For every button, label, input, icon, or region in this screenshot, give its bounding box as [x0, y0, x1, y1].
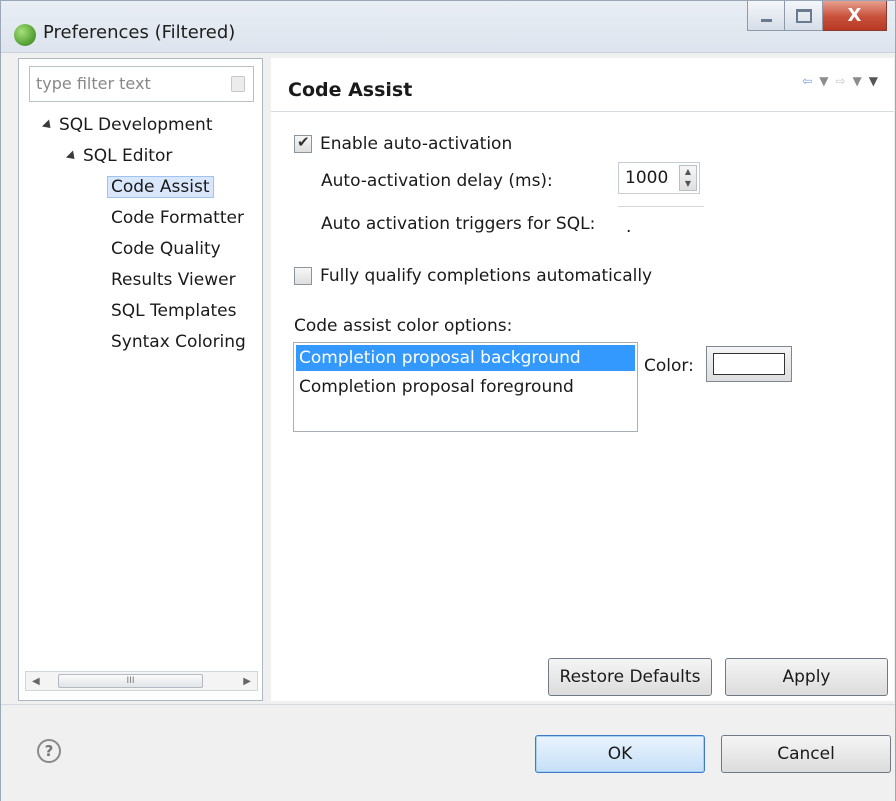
clear-filter-icon[interactable] — [231, 76, 245, 92]
tree-item-label: SQL Development — [59, 115, 213, 135]
page-title: Code Assist — [288, 79, 413, 101]
history-navigation: ⇦ ▼ ⇨ ▼ ▼ — [802, 74, 878, 88]
spinner-buttons[interactable]: ▲ ▼ — [679, 165, 697, 191]
back-arrow-icon[interactable]: ⇦ — [802, 74, 812, 88]
view-menu-chevron-icon[interactable]: ▼ — [869, 74, 878, 88]
tree-item-code-quality[interactable]: Code Quality — [111, 236, 221, 262]
apply-button[interactable]: Apply — [725, 658, 888, 696]
triggers-label: Auto activation triggers for SQL: — [321, 214, 596, 234]
tree-item-code-formatter[interactable]: Code Formatter — [111, 205, 244, 231]
list-item[interactable]: Completion proposal background — [296, 345, 635, 371]
dialog-footer: ? OK Cancel — [1, 704, 895, 801]
increment-icon[interactable]: ▲ — [680, 166, 696, 178]
preferences-window: Preferences (Filtered) X SQL Development… — [0, 0, 896, 801]
tree-item-syntax-coloring[interactable]: Syntax Coloring — [111, 329, 246, 355]
delay-value: 1000 — [625, 168, 669, 188]
forward-arrow-icon[interactable]: ⇨ — [835, 74, 845, 88]
preferences-tree-panel: SQL Development SQL Editor Code Assist C… — [18, 58, 263, 701]
maximize-button[interactable] — [785, 1, 823, 31]
tree-item-sql-templates[interactable]: SQL Templates — [111, 298, 236, 324]
decrement-icon[interactable]: ▼ — [680, 178, 696, 190]
horizontal-scrollbar[interactable]: ◀ III ▶ — [25, 671, 258, 691]
delay-spinner[interactable]: 1000 ▲ ▼ — [618, 162, 700, 194]
color-label: Color: — [644, 356, 694, 376]
tree-item-code-assist[interactable]: Code Assist — [107, 174, 214, 200]
color-options-list[interactable]: Completion proposal background Completio… — [293, 342, 638, 432]
forward-menu-chevron-icon[interactable]: ▼ — [853, 74, 862, 88]
title-bar[interactable]: Preferences (Filtered) X — [1, 1, 895, 53]
enable-auto-activation-row[interactable]: Enable auto-activation — [294, 133, 513, 154]
tree-item-label: Results Viewer — [111, 270, 236, 290]
window-controls: X — [747, 1, 887, 31]
cancel-button[interactable]: Cancel — [721, 735, 891, 773]
color-swatch — [713, 353, 785, 375]
enable-auto-activation-checkbox[interactable] — [294, 133, 312, 153]
filter-input[interactable] — [30, 67, 220, 99]
help-icon[interactable]: ? — [37, 739, 61, 763]
scroll-left-icon[interactable]: ◀ — [32, 676, 40, 687]
list-item[interactable]: Completion proposal foreground — [294, 373, 637, 401]
code-assist-page: Code Assist ⇦ ▼ ⇨ ▼ ▼ Enable auto-activa… — [271, 58, 894, 701]
tree-item-label: SQL Templates — [111, 301, 237, 321]
color-picker-button[interactable] — [706, 346, 792, 382]
minimize-button[interactable] — [747, 1, 785, 31]
tree-item-label: Syntax Coloring — [111, 332, 246, 352]
tree-item-sql-development[interactable]: SQL Development — [41, 112, 213, 138]
triggers-input[interactable]: . — [618, 206, 704, 244]
restore-defaults-button[interactable]: Restore Defaults — [548, 658, 712, 696]
delay-label: Auto-activation delay (ms): — [321, 171, 553, 191]
window-title: Preferences (Filtered) — [43, 22, 236, 43]
fully-qualify-checkbox[interactable] — [294, 267, 312, 285]
tree-item-sql-editor[interactable]: SQL Editor — [65, 143, 173, 169]
app-icon — [14, 24, 36, 46]
tree-item-results-viewer[interactable]: Results Viewer — [111, 267, 236, 293]
fully-qualify-row[interactable]: Fully qualify completions automatically — [294, 266, 652, 286]
color-options-label: Code assist color options: — [294, 316, 513, 336]
page-header: Code Assist ⇦ ▼ ⇨ ▼ ▼ — [271, 58, 894, 112]
expand-triangle-icon[interactable] — [41, 118, 55, 132]
fully-qualify-label: Fully qualify completions automatically — [320, 266, 653, 286]
tree-item-label: Code Formatter — [111, 208, 244, 228]
close-icon: X — [847, 5, 862, 26]
scrollbar-thumb[interactable]: III — [58, 674, 203, 688]
enable-auto-activation-label: Enable auto-activation — [320, 134, 513, 154]
filter-box — [29, 66, 254, 102]
scroll-right-icon[interactable]: ▶ — [243, 676, 251, 687]
back-menu-chevron-icon[interactable]: ▼ — [819, 74, 828, 88]
expand-triangle-icon[interactable] — [65, 149, 79, 163]
tree-item-label: SQL Editor — [83, 146, 173, 166]
ok-button[interactable]: OK — [535, 735, 705, 773]
tree-item-label: Code Quality — [111, 239, 221, 259]
triggers-value: . — [626, 217, 632, 237]
tree-item-label: Code Assist — [107, 176, 214, 198]
close-button[interactable]: X — [823, 1, 887, 31]
